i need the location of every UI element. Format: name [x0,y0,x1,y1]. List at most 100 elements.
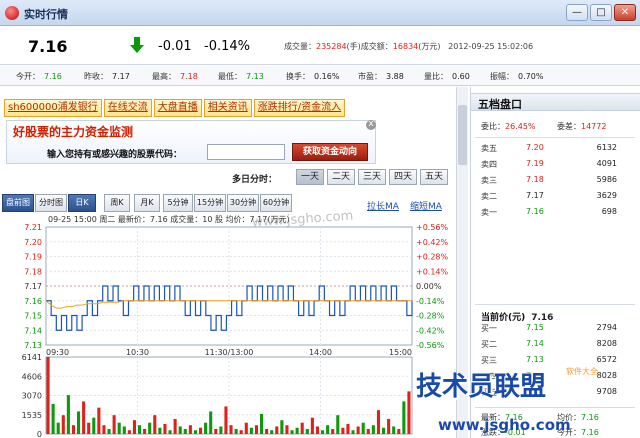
stat-value: 0.60 [452,72,470,81]
volume-bar [92,417,96,434]
scrollbar-thumb[interactable] [458,105,467,165]
volume-bar [66,395,70,434]
tab-weekly-k[interactable]: 周K [104,194,130,212]
pct-tick-label: 0.00% [416,282,442,291]
link-ranking-flow[interactable]: 涨跌排行/资金流入 [253,99,346,117]
link-related-news[interactable]: 相关资讯 [203,99,252,117]
tab-15min[interactable]: 15分钟 [194,194,226,212]
volume-bar [61,415,65,434]
current-price-label: 当前价(元) [481,313,526,323]
level-price: 7.19 [526,159,544,168]
link-market-live[interactable]: 大盘直播 [153,99,202,117]
volume-bar [132,420,136,434]
level-price: 7.14 [526,339,544,348]
volume-bar [117,422,121,434]
tab-premarket[interactable]: 盘前图 [2,194,34,212]
volume-bar [97,407,101,434]
level-label: 卖四 [481,160,497,169]
tab-monthly-k[interactable]: 月K [134,194,160,212]
level-qty: 2794 [596,323,617,332]
close-button[interactable]: ✕ [614,4,636,21]
volume-bar [214,428,218,434]
tab-30min[interactable]: 30分钟 [227,194,259,212]
stat-value: 7.18 [180,72,198,81]
level-qty: 6572 [596,355,617,364]
day-2-button[interactable]: 二天 [327,169,355,185]
volume-bar [285,425,289,434]
time-tick-label: 11:30/13:00 [205,348,254,357]
watermark-small: 软件大全 [566,367,598,376]
level-label: 买三 [481,356,497,365]
volume-bar [173,418,177,434]
monitor-title: 好股票的主力资金监测 [13,125,134,139]
level-qty: 3629 [596,191,617,200]
volume-bar [290,430,294,434]
stat-label: 市盈： [358,72,382,81]
volume-bar [219,426,223,434]
volume-unit: (手) [346,42,361,51]
link-tabs: sh600000浦发银行 在线交流 大盘直播 相关资讯 涨跌排行/资金流入 [4,99,347,117]
price-change: -0.01 [158,39,192,54]
stat-value: 3.88 [386,72,404,81]
volume-bar [361,422,365,434]
tab-5min[interactable]: 5分钟 [163,194,193,212]
volume-bar [397,428,401,434]
link-online-chat[interactable]: 在线交流 [103,99,152,117]
volume-bar [229,425,233,434]
current-price-row: 当前价(元) 7.16 [481,310,553,323]
price-tick-label: 7.21 [24,223,42,232]
tab-60min[interactable]: 60分钟 [260,194,292,212]
get-fund-flow-button[interactable]: 获取资金动向 [292,143,368,161]
tab-intraday[interactable]: 分时图 [35,194,67,212]
day-3-button[interactable]: 三天 [358,169,386,185]
window-title: 实时行情 [24,8,68,21]
divider [475,137,635,138]
amount-label: 成交额： [360,42,393,51]
stats-row: 今开： 7.16 昨收： 7.17 最高： 7.18 最低： 7.13 换手： 0.16%… [0,66,640,86]
day-5-button[interactable]: 五天 [420,169,448,185]
level-qty: 8208 [596,339,617,348]
volume-bar [138,425,142,434]
stat-value: 0.70% [518,72,544,81]
stock-code-input[interactable] [207,144,285,160]
shrink-ma-link[interactable]: 缩短MA [410,199,442,212]
volume-bar [407,391,411,434]
minimize-button[interactable]: — [566,4,588,21]
level-price: 7.15 [526,323,544,332]
ad-close-icon[interactable]: x [366,120,376,130]
stat-open: 今开： 7.16 [16,71,62,82]
volume-bar [143,428,147,434]
ask-row: 卖三 7.18 5986 [481,175,631,188]
divider [475,407,635,408]
stretch-ma-link[interactable]: 拉长MA [367,199,399,212]
stat-volume-ratio: 量比： 0.60 [424,71,470,82]
day-1-button[interactable]: 一天 [296,169,324,185]
pct-tick-label: +0.42% [416,238,449,247]
volume-bar [163,423,167,434]
volume-bar [178,426,182,434]
level-label: 买一 [481,324,497,333]
volume-bar [244,422,248,434]
volume-bar [254,425,258,434]
volume-tick-label: 3070 [22,392,42,401]
level-qty: 6132 [596,143,617,152]
pct-tick-label: -0.56% [416,341,445,350]
volume-bar [371,425,375,434]
volume-bar [275,426,279,434]
maximize-button[interactable]: □ [590,4,612,21]
current-price-value: 7.16 [531,313,554,323]
volume-bar [331,428,335,434]
volume-bar [56,422,60,434]
stat-pe: 市盈： 3.88 [358,71,404,82]
order-book-title: 五档盘口 [478,98,522,111]
level-price: 7.16 [526,207,544,216]
level-qty: 9708 [596,387,617,396]
day-4-button[interactable]: 四天 [389,169,417,185]
volume-value: 235284 [316,42,347,51]
price-tick-label: 7.20 [24,238,42,247]
volume-bar [51,403,55,434]
tab-daily-k[interactable]: 日K [68,194,96,212]
volume-bar [249,427,253,434]
volume-bar [224,406,228,434]
link-stock-name[interactable]: sh600000浦发银行 [4,99,102,117]
